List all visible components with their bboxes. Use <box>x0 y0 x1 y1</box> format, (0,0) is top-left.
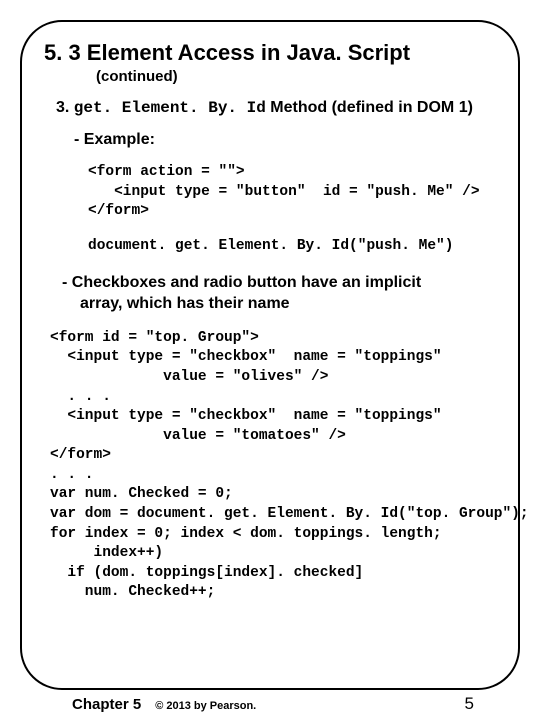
note-line-1: - Checkboxes and radio button have an im… <box>62 272 496 294</box>
code-line: for index = 0; index < dom. toppings. le… <box>50 526 442 542</box>
method-name: get. Element. By. Id <box>74 99 266 117</box>
code-example-2: <form id = "top. Group"> <input type = "… <box>50 329 496 603</box>
code-line: <input type = "checkbox" name = "topping… <box>50 349 442 365</box>
code-line: index++) <box>50 545 163 561</box>
code-line: </form> <box>88 203 149 219</box>
slide-subtitle: (continued) <box>96 68 496 85</box>
chapter-label: Chapter 5 <box>72 696 141 713</box>
code-line: <form id = "top. Group"> <box>50 330 259 346</box>
code-line: <input type = "button" id = "push. Me" /… <box>88 184 480 200</box>
page-number: 5 <box>465 694 474 714</box>
slide-frame: 5. 3 Element Access in Java. Script (con… <box>20 20 520 690</box>
code-line: <input type = "checkbox" name = "topping… <box>50 408 442 424</box>
code-line: . . . <box>50 389 111 405</box>
code-line: if (dom. toppings[index]. checked] <box>50 565 363 581</box>
section-prefix: 3. <box>56 99 74 116</box>
code-line: num. Checked++; <box>50 584 215 600</box>
code-line: value = "tomatoes" /> <box>50 428 346 444</box>
code-line: var num. Checked = 0; <box>50 486 233 502</box>
code-line: </form> <box>50 447 111 463</box>
document-call: document. get. Element. By. Id("push. Me… <box>88 238 496 254</box>
implicit-array-note: - Checkboxes and radio button have an im… <box>62 272 496 315</box>
code-line: . . . <box>50 467 94 483</box>
code-line: var dom = document. get. Element. By. Id… <box>50 506 529 522</box>
slide-footer: Chapter 5 © 2013 by Pearson. 5 <box>0 694 540 714</box>
copyright-text: © 2013 by Pearson. <box>155 700 256 712</box>
code-example-1: <form action = ""> <input type = "button… <box>88 163 496 222</box>
example-label: - Example: <box>74 131 496 149</box>
section-3-heading: 3. get. Element. By. Id Method (defined … <box>56 99 496 117</box>
section-suffix: Method (defined in DOM 1) <box>266 99 473 116</box>
code-line: value = "olives" /> <box>50 369 328 385</box>
note-line-2: array, which has their name <box>80 293 496 315</box>
code-line: <form action = ""> <box>88 164 245 180</box>
slide-title: 5. 3 Element Access in Java. Script <box>44 40 496 66</box>
